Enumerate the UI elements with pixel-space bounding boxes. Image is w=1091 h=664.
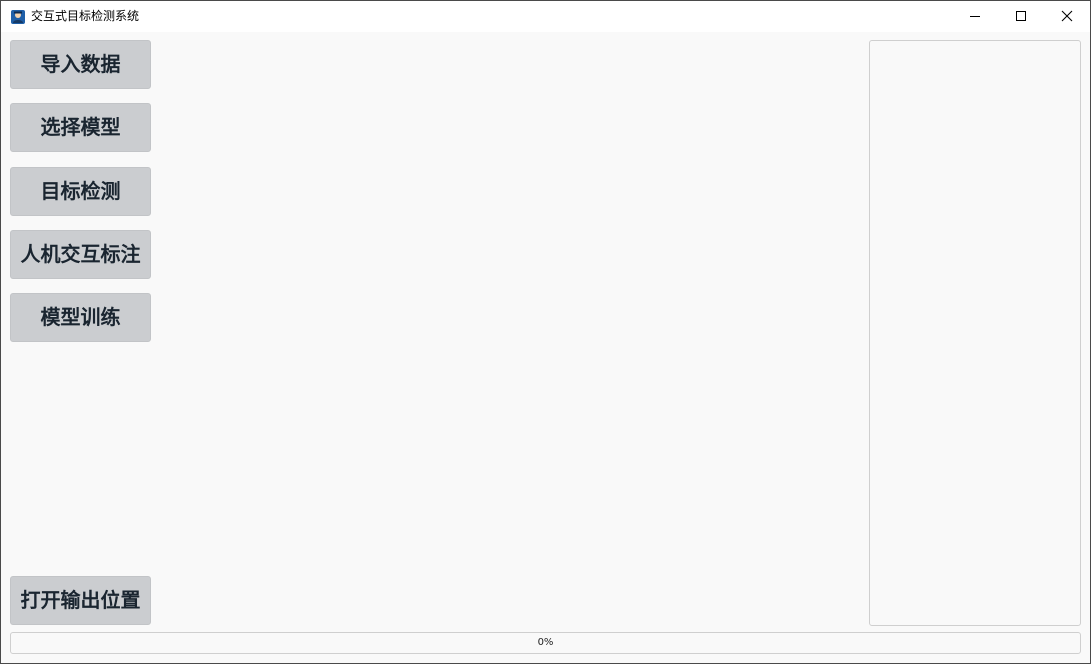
import-data-button[interactable]: 导入数据: [10, 40, 151, 89]
open-output-location-button[interactable]: 打开输出位置: [10, 576, 151, 625]
maximize-icon: [1016, 11, 1026, 21]
model-training-button[interactable]: 模型训练: [10, 293, 151, 342]
close-icon: [1061, 10, 1073, 22]
results-panel[interactable]: [869, 40, 1081, 626]
close-button[interactable]: [1044, 1, 1090, 31]
object-detection-button[interactable]: 目标检测: [10, 167, 151, 216]
image-display-area[interactable]: [159, 40, 863, 627]
minimize-icon: [970, 16, 980, 17]
person-app-icon: [11, 9, 25, 24]
progress-bar: 0%: [10, 632, 1081, 654]
app-window: 交互式目标检测系统 导入数据 选择模型 目标检测 人机交互标注 模型训练 打开输…: [0, 0, 1091, 664]
maximize-button[interactable]: [998, 1, 1044, 31]
minimize-button[interactable]: [952, 1, 998, 31]
window-title: 交互式目标检测系统: [31, 9, 140, 23]
select-model-button[interactable]: 选择模型: [10, 103, 151, 152]
title-bar[interactable]: 交互式目标检测系统: [1, 1, 1090, 32]
interactive-annotation-button[interactable]: 人机交互标注: [10, 230, 151, 279]
progress-text: 0%: [537, 637, 554, 648]
